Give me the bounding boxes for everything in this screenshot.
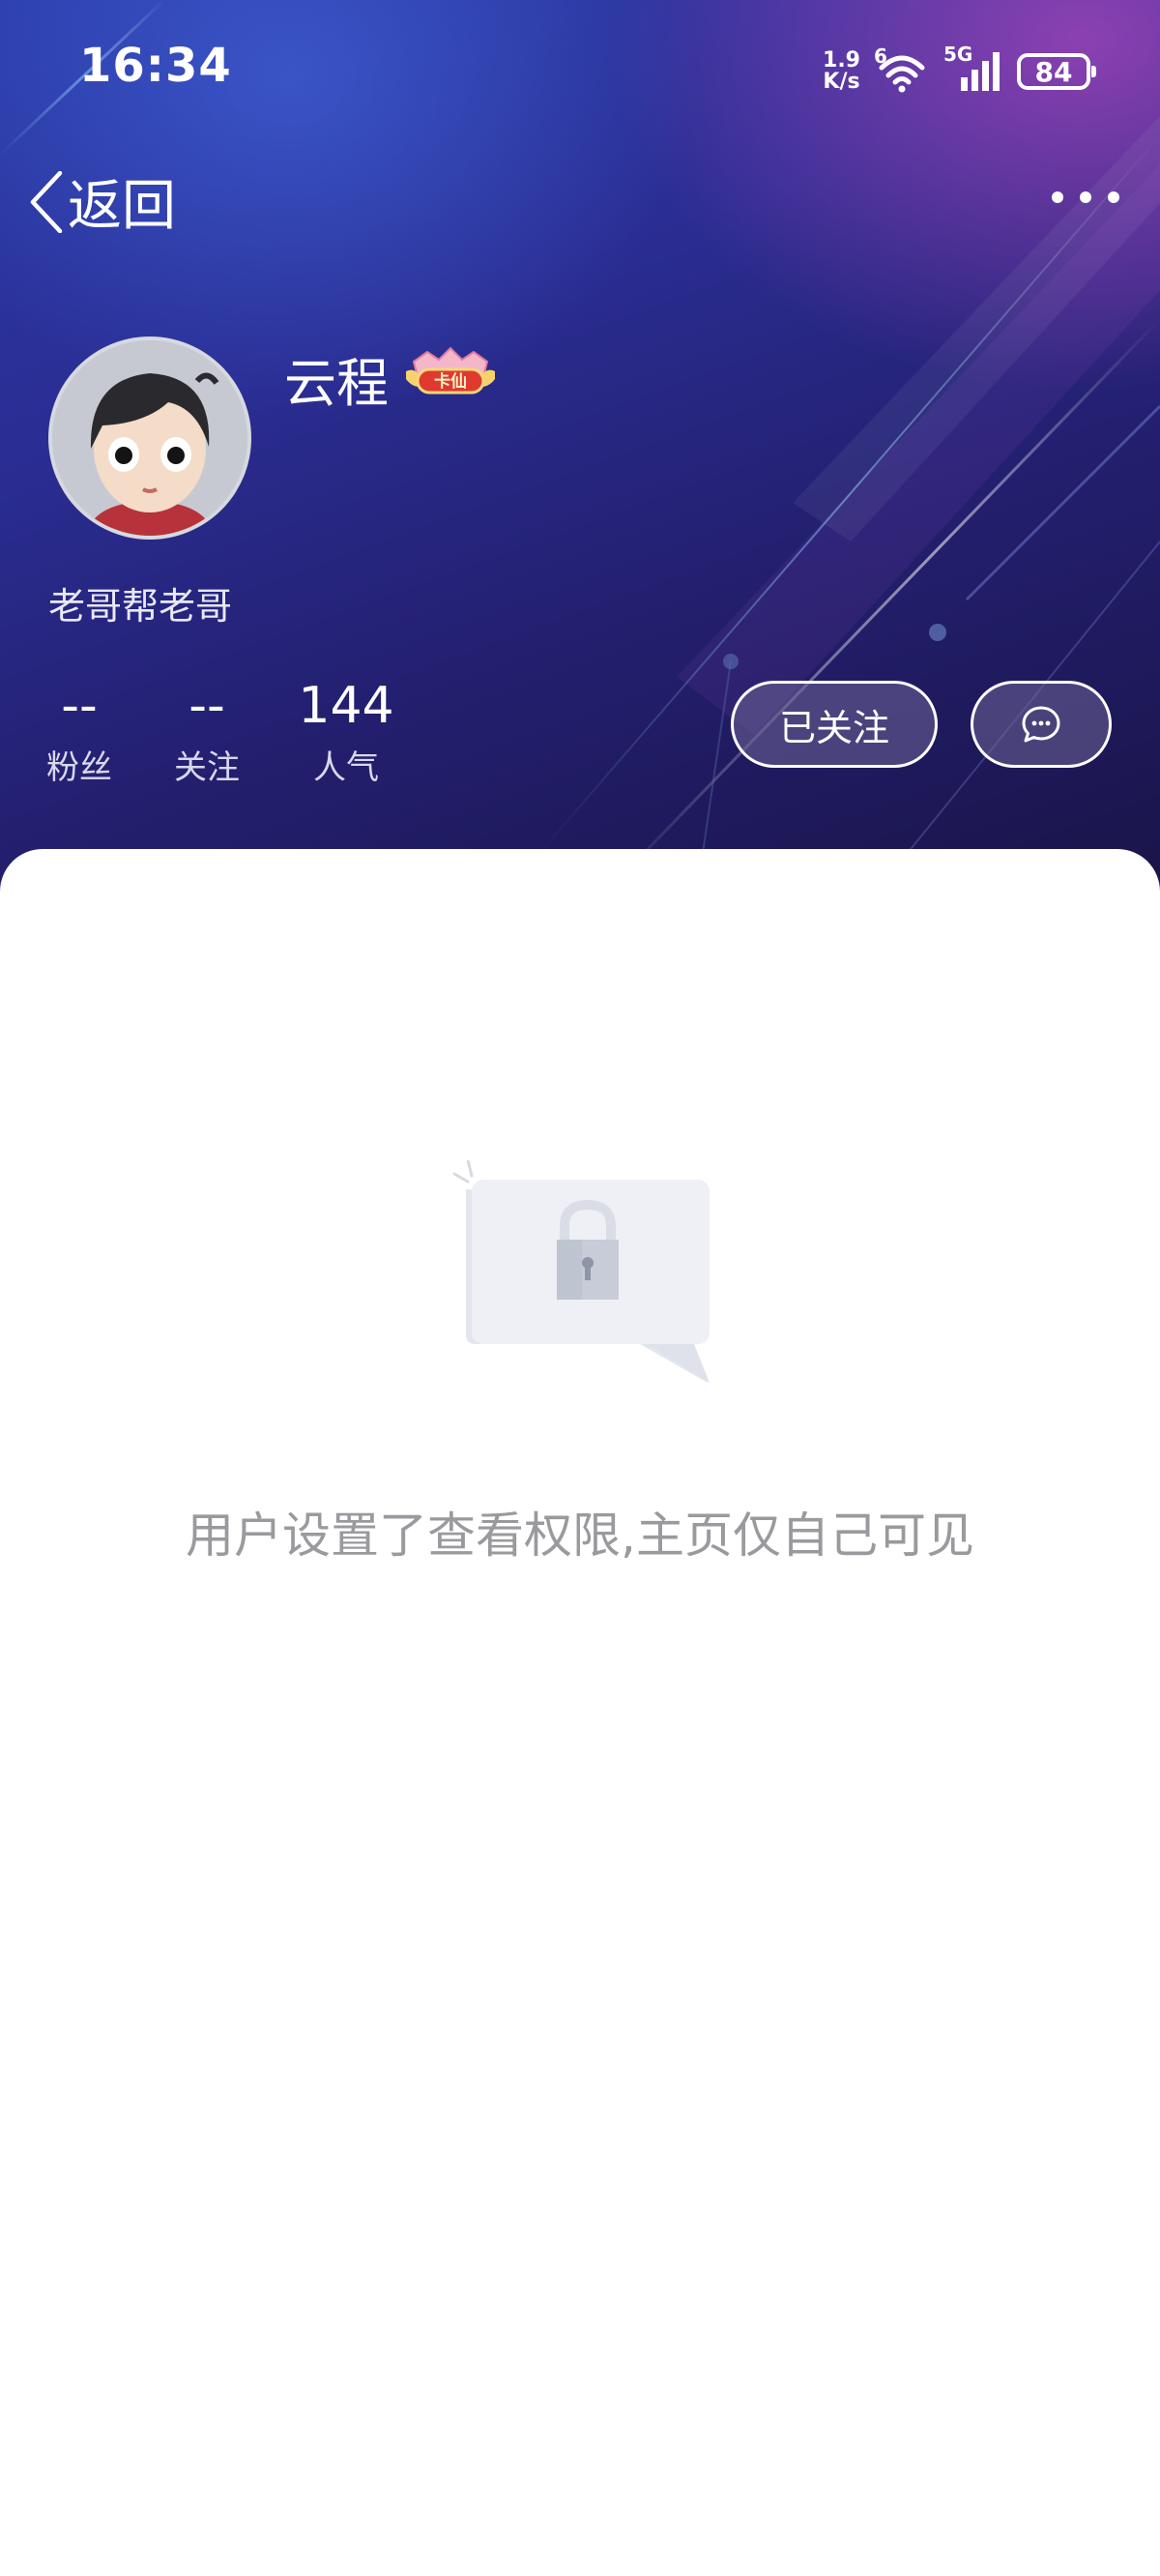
lock-icon	[452, 1160, 710, 1383]
more-options-button[interactable]	[1052, 180, 1119, 215]
stat-following-label: 关注	[174, 748, 240, 787]
cellular-signal-icon: 5G	[943, 43, 1003, 93]
back-button[interactable]: 返回	[29, 162, 176, 241]
more-dot-icon	[1108, 191, 1119, 203]
followed-button[interactable]: 已关注	[731, 681, 938, 768]
stat-popularity: 144 人气	[290, 677, 402, 788]
privacy-message: 用户设置了查看权限,主页仅自己可见	[186, 1508, 974, 1564]
chevron-left-icon	[30, 170, 63, 233]
stat-following[interactable]: -- 关注	[166, 677, 247, 788]
message-button[interactable]	[971, 681, 1112, 768]
profile-name: 云程	[284, 353, 389, 414]
chat-bubble-icon	[1022, 706, 1060, 743]
more-dot-icon	[1080, 191, 1091, 203]
more-dot-icon	[1052, 191, 1063, 203]
battery-level: 84	[1034, 55, 1073, 88]
network-speed: 1.9 K/s	[823, 50, 860, 93]
wifi-label: 6	[874, 44, 887, 68]
stat-popularity-label: 人气	[313, 748, 379, 787]
stat-popularity-value: 144	[298, 677, 394, 735]
battery-icon: 84	[1017, 53, 1096, 90]
stat-fans[interactable]: -- 粉丝	[39, 677, 120, 788]
network-speed-value: 1.9	[823, 48, 860, 73]
stat-fans-value: --	[61, 677, 98, 735]
level-badge-text: 卡仙	[434, 371, 467, 392]
avatar[interactable]	[48, 337, 251, 540]
cellular-label: 5G	[943, 43, 973, 66]
profile-page: 16:34 1.9 K/s 6 5G 84 返回 云程 卡仙 老哥帮老哥 -- …	[0, 0, 1160, 2576]
avatar-cartoon-face	[52, 340, 247, 536]
content-card	[0, 849, 1160, 2576]
back-label: 返回	[68, 175, 176, 238]
stat-following-value: --	[188, 677, 225, 735]
status-icons: 1.9 K/s 6 5G 84	[823, 43, 1096, 101]
network-speed-unit: K/s	[823, 70, 860, 94]
level-badge-icon: 卡仙	[406, 346, 495, 395]
wifi-icon: 6	[874, 44, 930, 93]
profile-signature: 老哥帮老哥	[48, 585, 233, 628]
status-time: 16:34	[79, 39, 232, 93]
stat-fans-label: 粉丝	[46, 748, 112, 787]
